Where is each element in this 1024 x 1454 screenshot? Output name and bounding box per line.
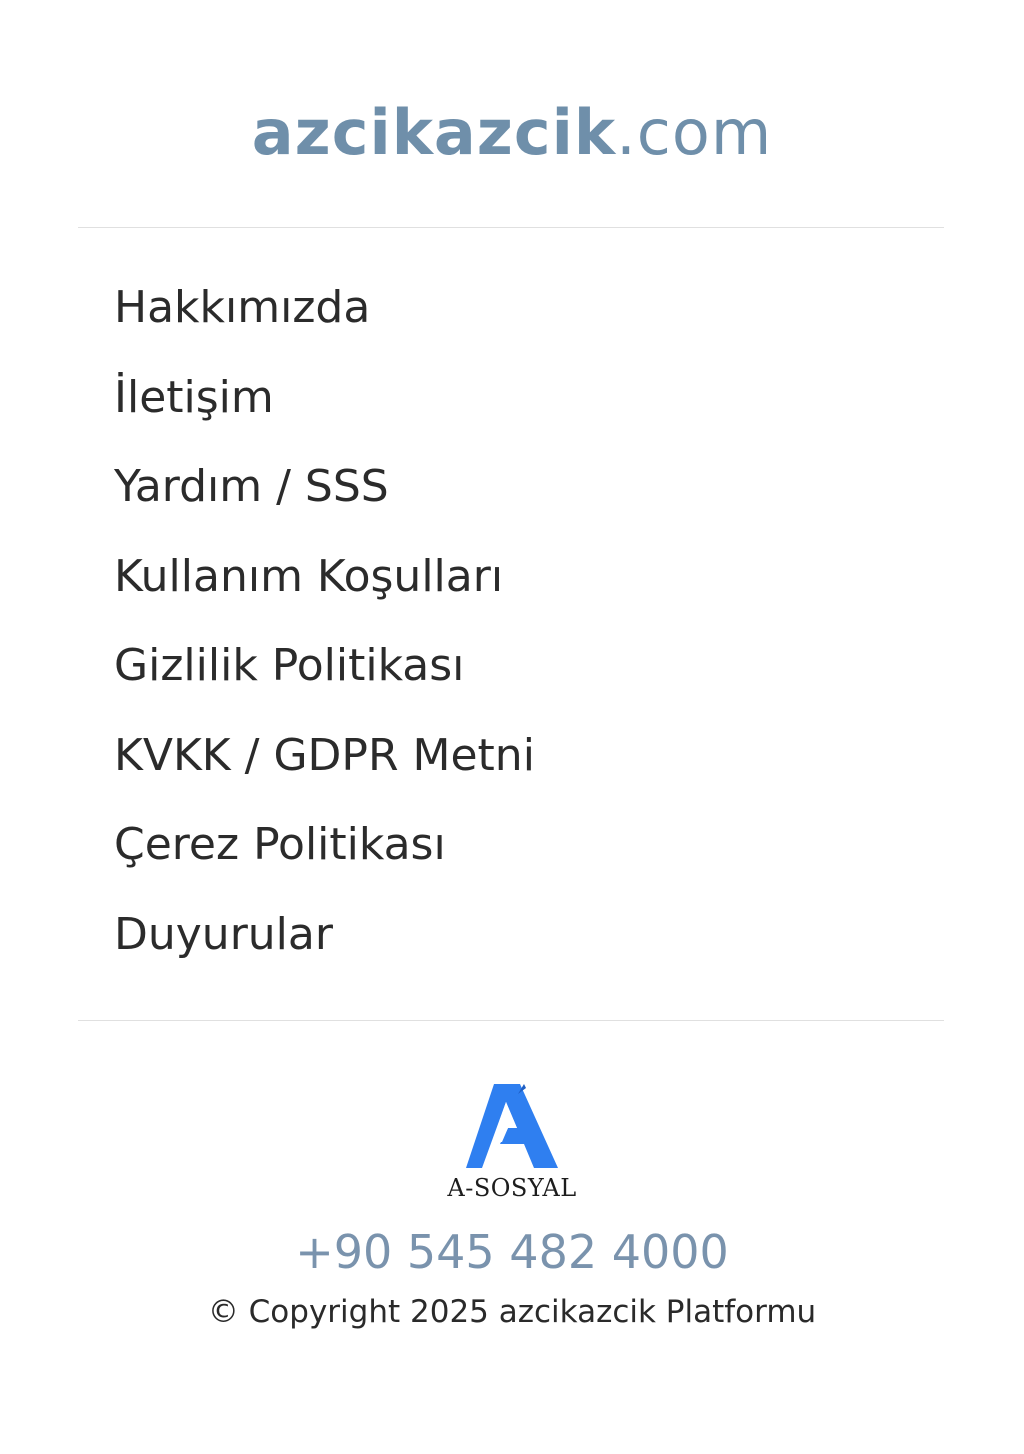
- copyright-text: © Copyright 2025 azcikazcik Platformu: [207, 1294, 817, 1330]
- site-tld: .com: [616, 96, 773, 169]
- nav-link-announcements[interactable]: Duyurular: [114, 890, 535, 980]
- site-title[interactable]: azcikazcik.com: [0, 88, 1024, 178]
- nav-link-help-faq[interactable]: Yardım / SSS: [114, 442, 535, 532]
- logo-text: A-SOSYAL: [447, 1174, 577, 1202]
- a-logo-icon: [466, 1084, 558, 1168]
- nav-link-contact[interactable]: İletişim: [114, 353, 535, 443]
- bottom-divider: [78, 1020, 944, 1021]
- nav-link-cookie-policy[interactable]: Çerez Politikası: [114, 800, 535, 890]
- nav-link-about[interactable]: Hakkımızda: [114, 263, 535, 353]
- nav-link-terms[interactable]: Kullanım Koşulları: [114, 532, 535, 622]
- footer: A-SOSYAL +90 545 482 4000 © Copyright 20…: [0, 1080, 1024, 1334]
- a-sosyal-logo[interactable]: A-SOSYAL: [432, 1080, 592, 1202]
- site-name: azcikazcik: [251, 96, 617, 169]
- nav-link-privacy[interactable]: Gizlilik Politikası: [114, 621, 535, 711]
- top-divider: [78, 227, 944, 228]
- footer-nav-list: Hakkımızda İletişim Yardım / SSS Kullanı…: [114, 263, 535, 979]
- nav-link-kvkk-gdpr[interactable]: KVKK / GDPR Metni: [114, 711, 535, 801]
- phone-number[interactable]: +90 545 482 4000: [0, 1222, 1024, 1282]
